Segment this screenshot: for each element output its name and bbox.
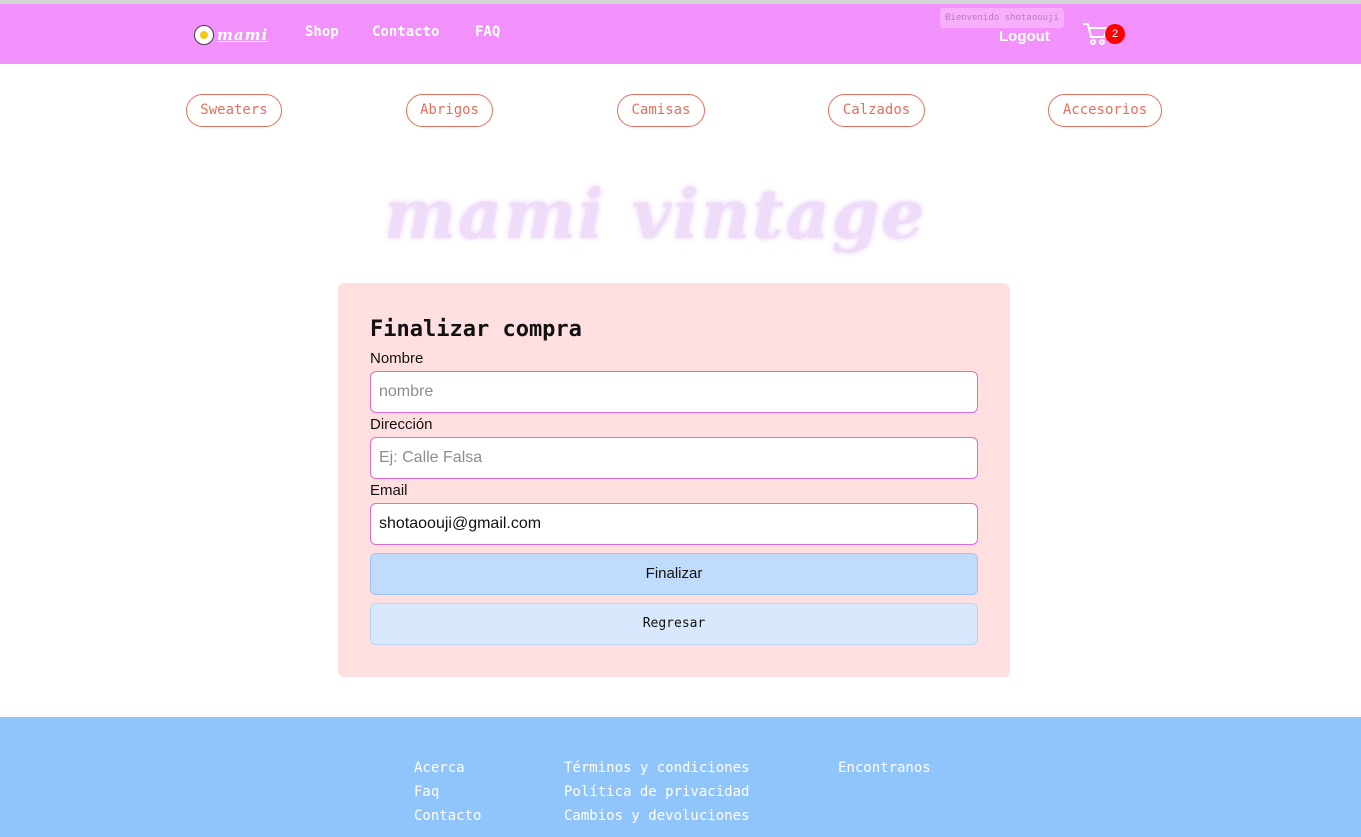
footer-link-faq[interactable]: Faq: [414, 784, 439, 800]
email-input[interactable]: [370, 503, 978, 545]
banner-text: mami vintage: [384, 175, 927, 255]
brand-banner: mami vintage: [380, 168, 980, 263]
logout-link[interactable]: Logout: [999, 28, 1050, 45]
fried-egg-icon: [194, 25, 214, 45]
category-accesorios[interactable]: Accesorios: [1048, 94, 1162, 127]
welcome-tooltip: Bienvenido shotaoouji: [940, 8, 1064, 28]
address-input[interactable]: [370, 437, 978, 479]
footer-link-contacto[interactable]: Contacto: [414, 808, 481, 824]
name-label: Nombre: [370, 350, 424, 367]
form-title: Finalizar compra: [370, 317, 582, 342]
footer-link-terminos[interactable]: Términos y condiciones: [564, 760, 749, 776]
footer-link-acerca[interactable]: Acerca: [414, 760, 465, 776]
logo-link[interactable]: mami: [194, 22, 276, 48]
finalizar-button[interactable]: Finalizar: [370, 553, 978, 595]
logo-text: mami: [217, 26, 269, 44]
checkout-form: Finalizar compra Nombre Dirección Email …: [338, 283, 1010, 677]
footer-link-privacidad[interactable]: Política de privacidad: [564, 784, 749, 800]
email-label: Email: [370, 482, 408, 499]
name-input[interactable]: [370, 371, 978, 413]
address-label: Dirección: [370, 416, 433, 433]
footer: Acerca Faq Contacto Términos y condicion…: [0, 717, 1361, 837]
footer-link-encontranos[interactable]: Encontranos: [838, 760, 931, 776]
nav-shop[interactable]: Shop: [305, 24, 339, 40]
cart-count-badge: 2: [1105, 24, 1125, 44]
category-calzados[interactable]: Calzados: [828, 94, 925, 127]
regresar-button[interactable]: Regresar: [370, 603, 978, 645]
footer-link-cambios[interactable]: Cambios y devoluciones: [564, 808, 749, 824]
category-sweaters[interactable]: Sweaters: [186, 94, 282, 127]
category-abrigos[interactable]: Abrigos: [406, 94, 493, 127]
nav-contacto[interactable]: Contacto: [372, 24, 439, 40]
navbar: mami Shop Contacto FAQ Bienvenido shotao…: [0, 4, 1361, 64]
category-camisas[interactable]: Camisas: [617, 94, 705, 127]
nav-faq[interactable]: FAQ: [475, 24, 500, 40]
